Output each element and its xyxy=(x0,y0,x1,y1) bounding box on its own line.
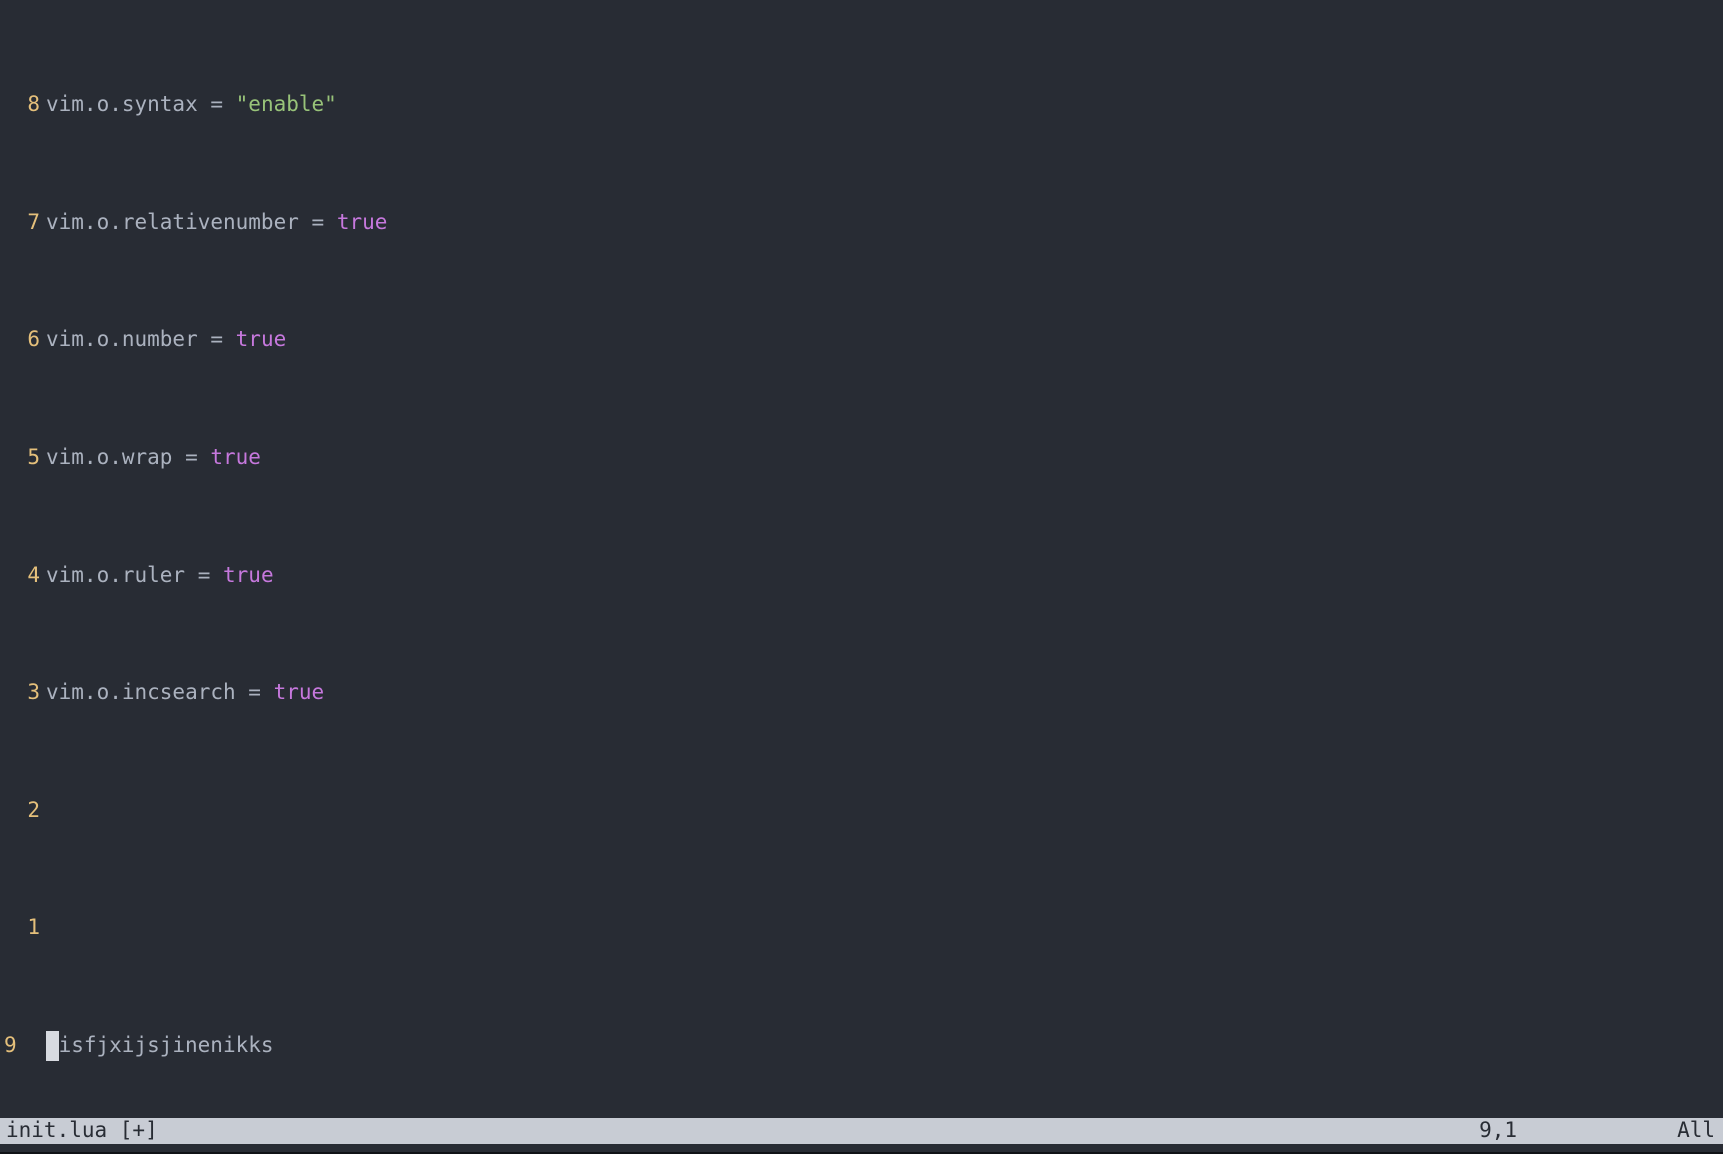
status-position: All xyxy=(1677,1116,1717,1145)
code-line[interactable]: 2 xyxy=(0,796,1723,825)
line-number: 2 xyxy=(0,796,46,825)
code-line[interactable]: 5 vim.o.wrap = true xyxy=(0,443,1723,472)
code-text: vim.o.relativenumber = true xyxy=(46,208,387,237)
code-line[interactable]: 1 xyxy=(0,913,1723,942)
line-number: 4 xyxy=(0,561,46,590)
code-line-current[interactable]: 9 isfjxijsjinenikks xyxy=(0,1031,1723,1060)
line-number-current: 9 xyxy=(0,1031,46,1060)
code-text: isfjxijsjinenikks xyxy=(46,1031,274,1060)
line-number: 6 xyxy=(0,325,46,354)
cursor-block xyxy=(46,1031,59,1060)
code-line[interactable]: 7 vim.o.relativenumber = true xyxy=(0,208,1723,237)
code-line[interactable]: 8 vim.o.syntax = "enable" xyxy=(0,90,1723,119)
code-text: vim.o.number = true xyxy=(46,325,286,354)
status-ruler: 9,1 xyxy=(1479,1116,1677,1145)
code-line[interactable]: 6 vim.o.number = true xyxy=(0,325,1723,354)
line-number: 5 xyxy=(0,443,46,472)
code-text: vim.o.wrap = true xyxy=(46,443,261,472)
status-line: init.lua [+] 9,1 All xyxy=(0,1118,1723,1144)
command-line[interactable] xyxy=(0,1144,1723,1152)
code-text: vim.o.ruler = true xyxy=(46,561,274,590)
vim-window: 8 vim.o.syntax = "enable" 7 vim.o.relati… xyxy=(0,0,1723,1154)
code-line[interactable]: 4 vim.o.ruler = true xyxy=(0,561,1723,590)
line-number: 7 xyxy=(0,208,46,237)
line-number: 3 xyxy=(0,678,46,707)
code-line[interactable]: 3 vim.o.incsearch = true xyxy=(0,678,1723,707)
line-number: 8 xyxy=(0,90,46,119)
status-filename: init.lua [+] xyxy=(6,1116,158,1145)
code-text: vim.o.syntax = "enable" xyxy=(46,90,337,119)
code-text: vim.o.incsearch = true xyxy=(46,678,324,707)
line-number: 1 xyxy=(0,913,46,942)
editor-area[interactable]: 8 vim.o.syntax = "enable" 7 vim.o.relati… xyxy=(0,0,1723,1118)
